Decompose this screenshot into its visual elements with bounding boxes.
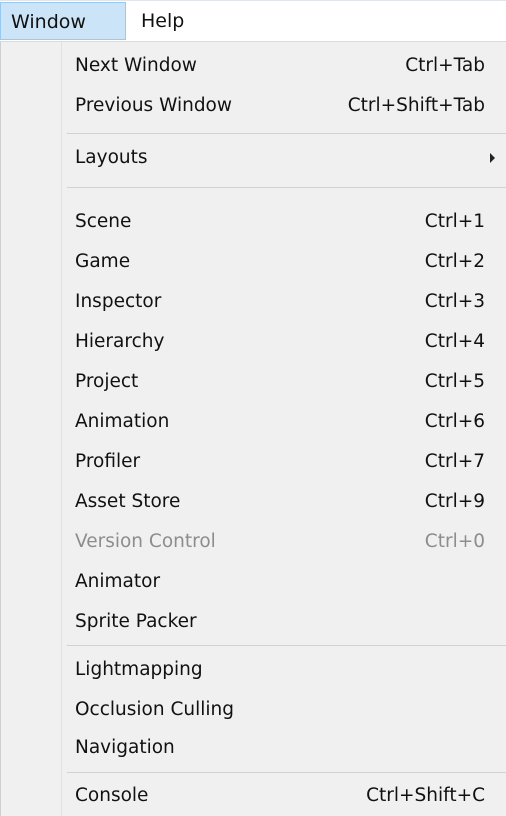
menu-item-version-control: Version Control Ctrl+0 <box>67 522 497 562</box>
menu-item-animation[interactable]: Animation Ctrl+6 <box>67 402 497 442</box>
menu-item-label: Hierarchy <box>75 331 165 352</box>
menu-separator <box>67 772 506 773</box>
menu-item-sprite-packer[interactable]: Sprite Packer <box>67 602 497 642</box>
menu-item-inspector[interactable]: Inspector Ctrl+3 <box>67 282 497 322</box>
menu-item-profiler[interactable]: Profiler Ctrl+7 <box>67 442 497 482</box>
menu-item-label: Console <box>75 785 149 806</box>
menu-item-animator[interactable]: Animator <box>67 562 497 602</box>
menu-item-hierarchy[interactable]: Hierarchy Ctrl+4 <box>67 322 497 362</box>
menu-item-scene[interactable]: Scene Ctrl+1 <box>67 202 497 242</box>
menu-bar: Window Help <box>0 0 506 42</box>
submenu-arrow-icon <box>490 153 495 163</box>
menu-separator <box>67 187 506 188</box>
menu-item-shortcut: Ctrl+6 <box>424 411 485 432</box>
menu-item-shortcut: Ctrl+9 <box>424 491 485 512</box>
menu-item-label: Previous Window <box>75 95 233 116</box>
menu-item-layouts[interactable]: Layouts <box>67 138 497 178</box>
menu-item-label: Next Window <box>75 55 197 76</box>
menu-item-console[interactable]: Console Ctrl+Shift+C <box>67 776 497 816</box>
menu-item-label: Sprite Packer <box>75 611 197 632</box>
menu-item-shortcut: Ctrl+5 <box>424 371 485 392</box>
menu-item-label: Scene <box>75 211 132 232</box>
menu-item-navigation[interactable]: Navigation <box>67 728 497 768</box>
menu-item-label: Profiler <box>75 451 141 472</box>
menu-item-next-window[interactable]: Next Window Ctrl+Tab <box>67 46 497 86</box>
menu-item-project[interactable]: Project Ctrl+5 <box>67 362 497 402</box>
menu-window[interactable]: Window <box>0 2 126 40</box>
menu-item-shortcut: Ctrl+4 <box>424 331 485 352</box>
menu-icon-gutter <box>61 42 62 816</box>
menu-item-shortcut: Ctrl+Tab <box>405 55 485 76</box>
menu-item-label: Occlusion Culling <box>75 699 235 720</box>
menu-item-label: Animation <box>75 411 170 432</box>
menu-help[interactable]: Help <box>138 2 218 40</box>
menu-item-shortcut: Ctrl+Shift+Tab <box>347 95 485 116</box>
menu-item-game[interactable]: Game Ctrl+2 <box>67 242 497 282</box>
window-dropdown-menu: Next Window Ctrl+Tab Previous Window Ctr… <box>0 42 506 816</box>
menu-item-label: Inspector <box>75 291 162 312</box>
menu-item-label: Lightmapping <box>75 659 203 680</box>
menu-item-shortcut: Ctrl+1 <box>424 211 485 232</box>
menu-item-shortcut: Ctrl+7 <box>424 451 485 472</box>
menu-item-shortcut: Ctrl+3 <box>424 291 485 312</box>
menu-item-previous-window[interactable]: Previous Window Ctrl+Shift+Tab <box>67 86 497 126</box>
menu-item-label: Layouts <box>75 147 148 168</box>
menu-item-shortcut: Ctrl+Shift+C <box>366 785 485 806</box>
menu-item-asset-store[interactable]: Asset Store Ctrl+9 <box>67 482 497 522</box>
menu-item-shortcut: Ctrl+0 <box>424 531 485 552</box>
menu-item-label: Project <box>75 371 139 392</box>
menu-separator <box>67 645 506 646</box>
menu-item-label: Navigation <box>75 737 175 758</box>
menu-item-shortcut: Ctrl+2 <box>424 251 485 272</box>
menu-item-label: Game <box>75 251 131 272</box>
menu-item-label: Version Control <box>75 531 216 552</box>
menu-separator <box>67 133 506 134</box>
menu-item-occlusion-culling[interactable]: Occlusion Culling <box>67 690 497 730</box>
menu-item-label: Asset Store <box>75 491 181 512</box>
menu-item-label: Animator <box>75 571 161 592</box>
menu-item-lightmapping[interactable]: Lightmapping <box>67 650 497 690</box>
